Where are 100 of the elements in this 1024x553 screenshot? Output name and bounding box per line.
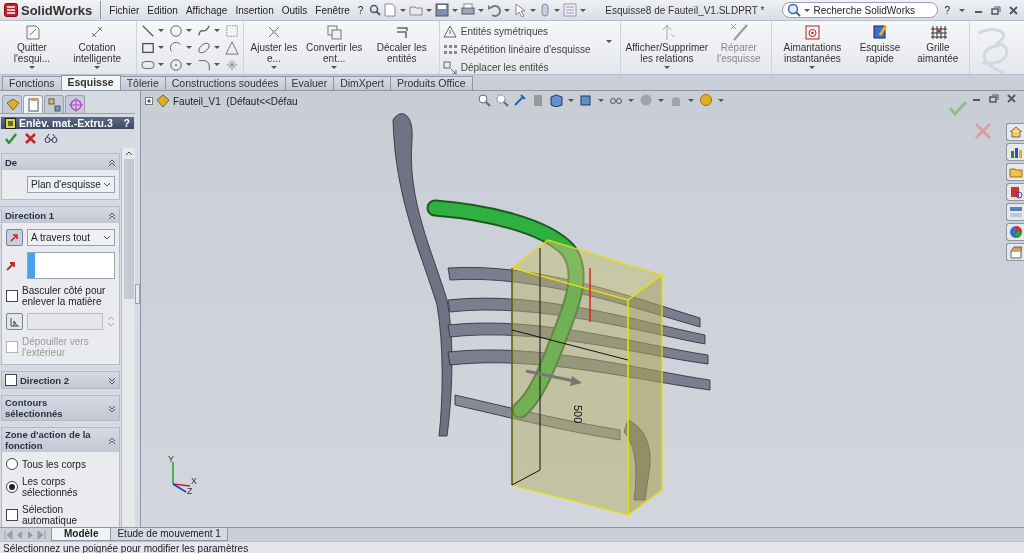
feature-tree-tab-icon: [4, 97, 20, 112]
crosshair-tab-icon: [67, 97, 83, 112]
toolbar-button[interactable]: Ajuster les e...: [247, 23, 301, 70]
dimension-text[interactable]: 500: [572, 405, 584, 424]
menu-item[interactable]: Outils: [277, 2, 312, 18]
toolbar-button[interactable]: Déplacer les entités: [442, 61, 591, 74]
undo-icon[interactable]: [487, 3, 502, 17]
caret-icon: [529, 7, 538, 13]
section-header[interactable]: Zone d'action de la fonction: [2, 428, 119, 452]
caret-icon: [451, 7, 460, 13]
panel-tab[interactable]: [44, 95, 64, 113]
cancel-icon[interactable]: [25, 133, 36, 144]
reverse-direction-button[interactable]: [6, 229, 23, 246]
quick-sketch-icon: [870, 23, 889, 41]
close-icon[interactable]: [1007, 94, 1016, 103]
toolbar-button[interactable]: Aimantations instantanées: [774, 23, 851, 70]
toolbar-button[interactable]: Afficher/Supprimer les relations: [623, 23, 711, 70]
display-style-icon[interactable]: [579, 93, 593, 107]
spline-icon[interactable]: [197, 23, 212, 38]
library-icon[interactable]: [1008, 145, 1023, 159]
menu-item[interactable]: Edition: [143, 2, 182, 18]
toolbar-button[interactable]: Répétition linéaire d'esquisse: [442, 43, 591, 56]
toolbar-button[interactable]: Entités symétriques: [442, 25, 591, 38]
view-palette-icon[interactable]: [1008, 185, 1023, 199]
tab[interactable]: Produits Office: [389, 76, 473, 90]
rectangle-icon[interactable]: [141, 40, 156, 55]
properties-icon[interactable]: [1008, 205, 1023, 219]
fillet-icon[interactable]: [197, 57, 212, 72]
print-icon[interactable]: [461, 3, 476, 17]
panel-splitter-handle[interactable]: [135, 284, 140, 304]
realview-icon[interactable]: [699, 93, 713, 107]
panel-tab[interactable]: [23, 95, 43, 113]
polygon-icon[interactable]: [169, 57, 184, 72]
toolbar-button[interactable]: Esquisse rapide: [850, 23, 910, 64]
tab[interactable]: Etude de mouvement 1: [110, 528, 228, 541]
toolbar-button[interactable]: Quitter l'esqui...: [3, 23, 61, 70]
draft-angle-field[interactable]: [27, 313, 103, 330]
expand-icon[interactable]: [145, 97, 153, 105]
search-bar[interactable]: Recherche SolidWorks: [782, 2, 939, 18]
menu-item[interactable]: ?: [353, 2, 368, 18]
toolbar-button[interactable]: Cotation intelligente: [60, 23, 134, 70]
menu-item[interactable]: Insertion: [231, 2, 278, 18]
search-field[interactable]: Recherche SolidWorks: [813, 4, 924, 16]
toolbar-button[interactable]: Grille aimantée: [909, 23, 966, 64]
previous-view-icon[interactable]: [513, 93, 527, 107]
dropdown[interactable]: Plan d'esquisse: [27, 176, 115, 193]
glasses-icon[interactable]: [44, 133, 58, 144]
open-folder-icon[interactable]: [409, 3, 424, 17]
view-orientation-icon[interactable]: [549, 93, 563, 107]
tree-item[interactable]: Fauteil_V1 (Défaut<<Défau: [173, 95, 298, 107]
tab[interactable]: Fonctions: [2, 76, 62, 90]
pointer-icon[interactable]: [513, 3, 528, 17]
zoom-fit-icon[interactable]: [477, 93, 491, 107]
text-box-icon[interactable]: [225, 23, 240, 38]
section-header[interactable]: Direction 1: [2, 207, 119, 223]
drag-arrow-handle[interactable]: [525, 369, 582, 386]
checkbox[interactable]: [5, 374, 17, 386]
tab[interactable]: Constructions soudées: [164, 76, 286, 90]
draft-button[interactable]: [6, 313, 23, 330]
restore-icon[interactable]: [991, 5, 1001, 15]
menu-item[interactable]: Fenêtre: [311, 2, 354, 18]
checkbox[interactable]: [6, 509, 18, 521]
help-button[interactable]: ?: [123, 117, 130, 129]
tab[interactable]: Esquisse: [60, 75, 121, 90]
menu-item[interactable]: Fichier: [105, 2, 144, 18]
panel-tab[interactable]: [2, 95, 22, 113]
tab[interactable]: DimXpert: [333, 76, 391, 90]
ellipse-icon[interactable]: [197, 40, 212, 55]
selection-box[interactable]: [27, 252, 115, 279]
home-icon[interactable]: [1008, 125, 1023, 139]
radio-button[interactable]: [6, 458, 18, 470]
tab[interactable]: Evaluer: [284, 76, 335, 90]
spinner-icon[interactable]: [107, 316, 115, 327]
section-header[interactable]: Direction 2: [2, 372, 119, 388]
menu-item[interactable]: Affichage: [181, 2, 232, 18]
point-icon[interactable]: [225, 57, 240, 72]
line-icon[interactable]: [141, 23, 156, 38]
custom-properties-icon[interactable]: [1008, 245, 1023, 259]
checkbox[interactable]: [6, 290, 18, 302]
close-icon[interactable]: [1009, 5, 1018, 15]
radio-button[interactable]: [6, 481, 18, 493]
circle-icon[interactable]: [169, 23, 184, 38]
tab[interactable]: Tôlerie: [119, 76, 166, 90]
scrollbar[interactable]: [121, 148, 135, 527]
dropdown[interactable]: A travers tout: [27, 229, 115, 246]
panel-tab[interactable]: [65, 95, 85, 113]
section-header[interactable]: Contours sélectionnés: [2, 396, 119, 420]
triangle-icon[interactable]: [225, 40, 240, 55]
tab[interactable]: Modèle: [51, 528, 112, 541]
restore-icon[interactable]: [989, 94, 999, 103]
toolbar-button[interactable]: Décaler les entités: [367, 23, 436, 64]
save-icon[interactable]: [435, 3, 450, 17]
help-menu[interactable]: ?: [944, 4, 950, 16]
folder-icon[interactable]: [1008, 165, 1023, 179]
appearances-icon[interactable]: [1008, 225, 1023, 239]
section-header[interactable]: De: [2, 154, 119, 170]
toolbar-button[interactable]: Convertir les ent...: [300, 23, 368, 70]
checkmark-icon[interactable]: [5, 133, 17, 144]
window-title: Esquisse8 de Fauteil_V1.SLDPRT *: [604, 4, 766, 16]
zoom-area-icon[interactable]: [495, 93, 509, 107]
